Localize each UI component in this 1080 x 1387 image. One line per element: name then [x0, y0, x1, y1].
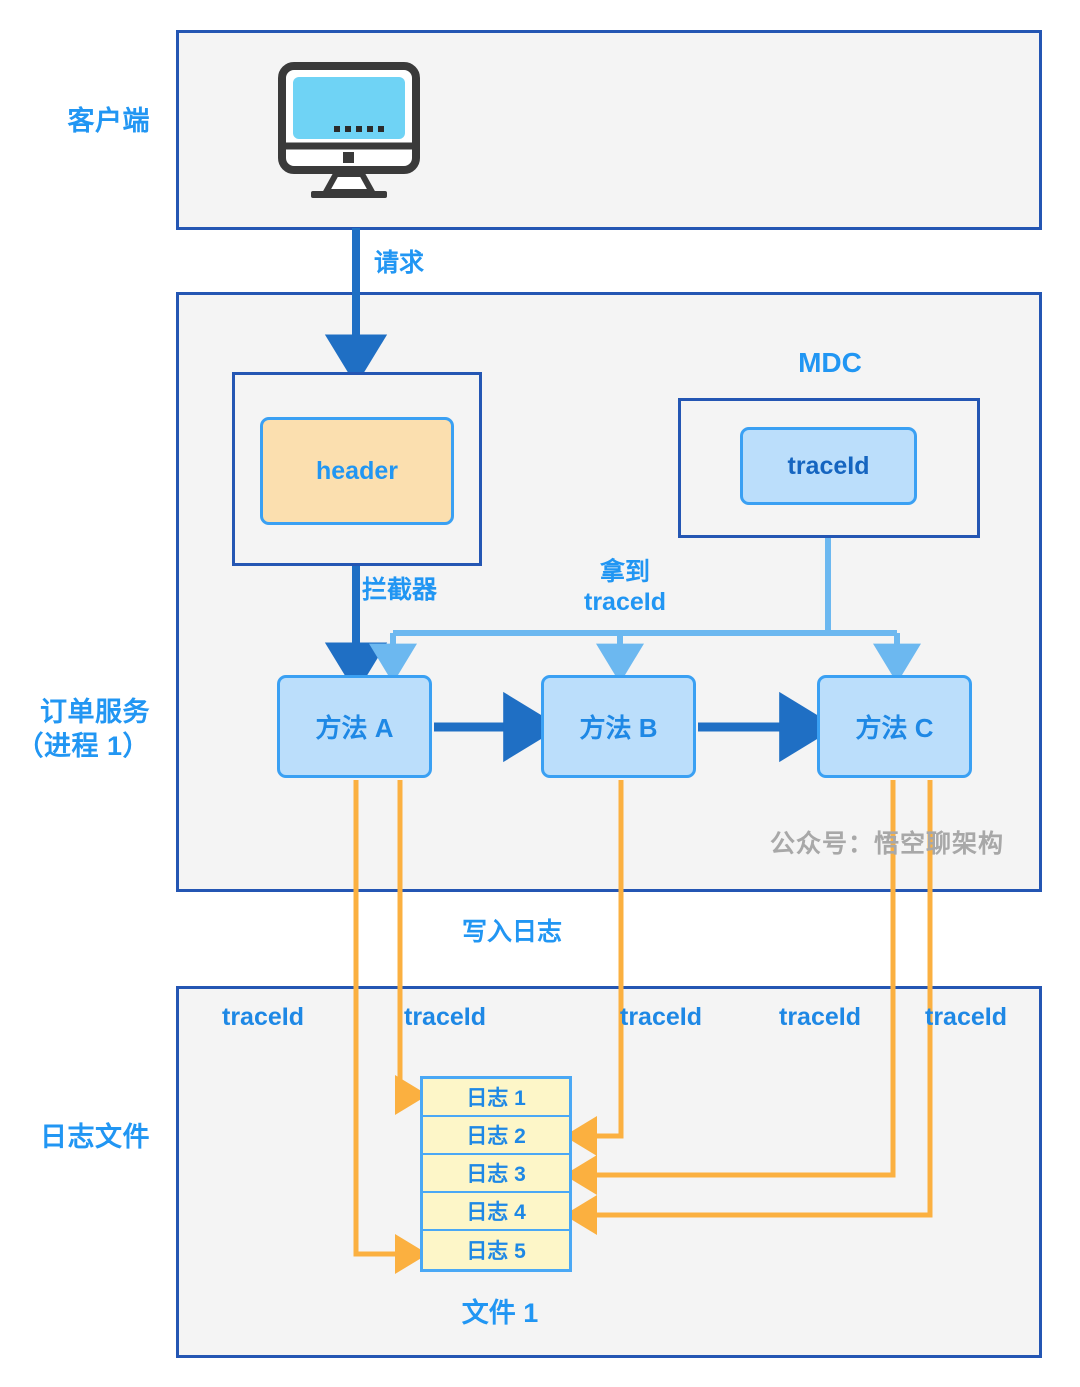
- row-label-order-service: 订单服务 （进程 1）: [16, 697, 150, 761]
- watermark-text: 公众号：悟空聊架构: [770, 830, 1005, 858]
- log-file-section-panel: [176, 986, 1042, 1358]
- label-mdc: MDC: [798, 347, 862, 378]
- mdc-traceid-node[interactable]: traceId: [740, 427, 917, 505]
- log-entry[interactable]: 日志 2: [423, 1117, 569, 1155]
- method-node-a[interactable]: 方法 A: [277, 675, 432, 778]
- label-interceptor: 拦截器: [362, 576, 438, 604]
- row-label-log-file: 日志文件: [40, 1122, 150, 1152]
- log-entry-stack: 日志 1 日志 2 日志 3 日志 4 日志 5: [420, 1076, 572, 1272]
- desktop-monitor-icon: [278, 62, 420, 198]
- log-entry[interactable]: 日志 1: [423, 1079, 569, 1117]
- header-node[interactable]: header: [260, 417, 454, 525]
- log-traceid-label-2: traceId: [404, 1003, 486, 1031]
- label-write-log: 写入日志: [462, 918, 563, 946]
- method-node-b[interactable]: 方法 B: [541, 675, 696, 778]
- label-file-name: 文件 1: [461, 1298, 539, 1328]
- diagram-canvas: 客户端 订单服务 （进程 1） 日志文件 请求 拦截器 拿到 traceId 写…: [0, 0, 1080, 1387]
- log-traceid-label-1: traceId: [222, 1003, 304, 1031]
- label-get-traceid: 拿到 traceId: [584, 558, 666, 616]
- log-entry[interactable]: 日志 4: [423, 1193, 569, 1231]
- method-node-c[interactable]: 方法 C: [817, 675, 972, 778]
- label-request: 请求: [374, 249, 425, 277]
- row-label-client: 客户端: [67, 106, 150, 136]
- log-traceid-label-5: traceId: [925, 1003, 1007, 1031]
- log-traceid-label-3: traceId: [620, 1003, 702, 1031]
- log-entry[interactable]: 日志 3: [423, 1155, 569, 1193]
- log-traceid-label-4: traceId: [779, 1003, 861, 1031]
- log-entry[interactable]: 日志 5: [423, 1231, 569, 1269]
